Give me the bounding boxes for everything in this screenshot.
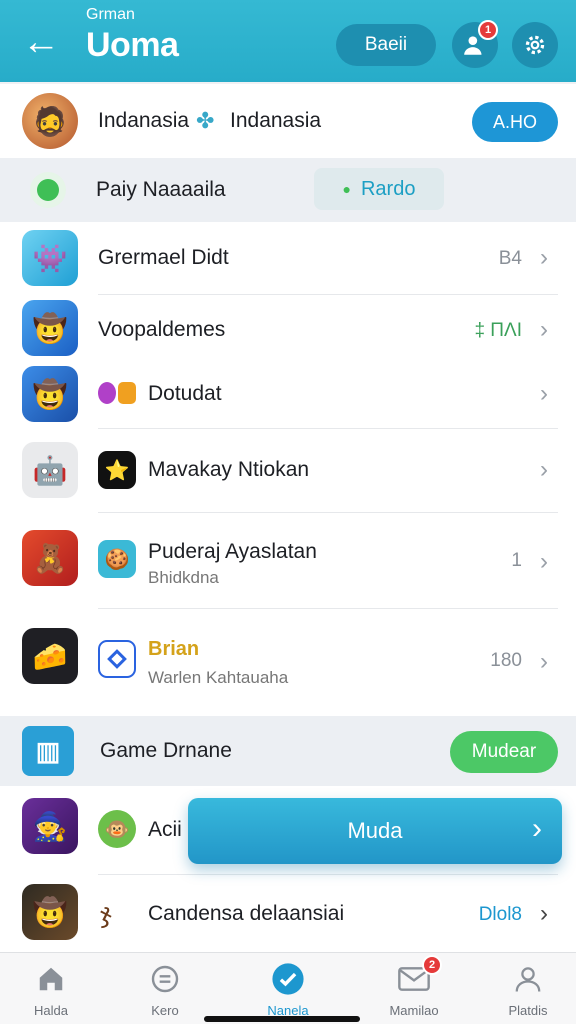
list-item-meta: B4: [498, 248, 522, 269]
profile-icon: [510, 961, 546, 997]
chevron-right-icon: ›: [540, 380, 548, 407]
game-avatar: 🧸: [22, 530, 78, 586]
game-avatar: 🤠: [22, 300, 78, 356]
chevron-right-icon: ›: [532, 812, 542, 845]
divider: [98, 428, 558, 429]
divider: [98, 874, 558, 875]
nav-item-home[interactable]: Halda: [3, 961, 99, 1018]
square-icon: [98, 640, 136, 678]
list-item-meta: 1: [511, 550, 522, 571]
chat-icon: [147, 961, 183, 997]
badge-icons: [98, 382, 136, 404]
list-item[interactable]: 🤠 ჯ Candensa delaansiai Dlol8 ›: [0, 876, 576, 952]
list-item-subtitle: Bhidkdna: [148, 568, 219, 587]
chevron-right-icon: ›: [540, 900, 548, 927]
header-subtitle: Grman: [86, 6, 135, 23]
nav-label: Mamilao: [389, 1003, 439, 1018]
chevron-right-icon: ›: [540, 456, 548, 483]
settings-button[interactable]: [512, 22, 558, 68]
list-item-subtitle: Warlen Kahtauaha: [148, 668, 289, 687]
list-item-title: Puderaj Ayaslatan: [148, 540, 317, 563]
game-avatar: 🤠: [22, 884, 78, 940]
section-2-button[interactable]: Mudear: [450, 731, 558, 773]
nav-label: Platdis: [508, 1003, 548, 1018]
list-item[interactable]: 🤠 Voopaldemes ‡ ΠΛΙ ›: [0, 296, 576, 362]
game-avatar: 👾: [22, 230, 78, 286]
top-item-name: Indanasia: [98, 109, 190, 132]
dot-icon: ●: [342, 181, 351, 197]
list-item-title: Grermael Didt: [98, 246, 229, 269]
section-2-label: Game Drnane: [100, 739, 232, 762]
list-item-title: Brian: [148, 638, 200, 660]
popup-label: Muda: [347, 818, 403, 843]
game-list: 👾 Grermael Didt B4 › 🤠 Voopaldemes ‡ ΠΛΙ…: [0, 222, 576, 716]
game-avatar: 🤠: [22, 366, 78, 422]
list-item[interactable]: 🤖 ⭐ Mavakay Ntiokan ›: [0, 430, 576, 510]
nav-label: Halda: [34, 1003, 68, 1018]
list-item-title: Voopaldemes: [98, 318, 226, 341]
check-circle-icon: [270, 961, 306, 997]
top-item-name-2: Indanasia: [230, 109, 322, 132]
list-item[interactable]: 🧀 Brian Warlen Kahtauaha 180 ›: [0, 610, 576, 710]
section-header-1: Paiy Naaaaila ● Rardo: [0, 158, 576, 222]
divider: [98, 294, 558, 295]
divider: [98, 608, 558, 609]
top-item-button[interactable]: A.HO: [472, 102, 558, 142]
list-item[interactable]: 🧸 🍪 Puderaj Ayaslatan Bhidkdna 1 ›: [0, 514, 576, 606]
header-pill-button[interactable]: Baeii: [336, 24, 436, 66]
list-item-title: Dotudat: [148, 382, 222, 405]
mail-badge: 2: [422, 955, 442, 975]
top-item-row[interactable]: 🧔 Indanasia ✤ Indanasia A.HO: [0, 84, 576, 158]
section-header-2: ▥ Game Drnane Mudear: [0, 716, 576, 786]
star-icon: ⭐: [98, 451, 136, 489]
grid-icon: ▥: [22, 726, 74, 776]
list-item-title: Acii: [148, 818, 182, 841]
list-item[interactable]: 🤠 Dotudat ›: [0, 362, 576, 426]
nav-label: Kero: [151, 1003, 179, 1018]
clover-icon: ✤: [196, 108, 215, 133]
user-plus-button[interactable]: 1: [452, 20, 498, 68]
nav-item-profile[interactable]: Platdis: [480, 961, 576, 1018]
list-item-title: Mavakay Ntiokan: [148, 458, 310, 481]
home-indicator: [204, 1016, 360, 1022]
chevron-right-icon: ›: [540, 548, 548, 575]
notification-badge: 1: [478, 20, 498, 40]
game-avatar: 🤖: [22, 442, 78, 498]
back-arrow-icon[interactable]: ←: [22, 22, 62, 62]
monkey-icon: 🐵: [98, 810, 136, 848]
chip-label: Rardo: [360, 177, 416, 200]
chevron-right-icon: ›: [540, 648, 548, 675]
popup-action-button[interactable]: Muda ›: [188, 798, 562, 864]
nav-item-active[interactable]: Nanela: [240, 961, 336, 1018]
list-item-meta: ‡ ΠΛΙ: [474, 320, 522, 341]
cookie-icon: 🍪: [98, 540, 136, 578]
list-item[interactable]: 👾 Grermael Didt B4 ›: [0, 222, 576, 294]
list-item-meta: 180: [490, 650, 522, 671]
list-item-title: Candensa delaansiai: [148, 902, 345, 925]
list-item-meta: Dlol8: [478, 904, 522, 925]
mail-icon: 2: [396, 955, 442, 997]
divider: [98, 512, 558, 513]
app-header: ← Grman Uoma Baeii 1: [0, 0, 576, 82]
section-1-chip[interactable]: ● Rardo: [314, 168, 444, 210]
avatar: 🧔: [22, 93, 78, 149]
game-avatar: 🧀: [22, 628, 78, 684]
leaf-icon: [30, 172, 66, 208]
nav-item-mail[interactable]: 2 Mamilao: [366, 955, 462, 1018]
gear-icon: [525, 35, 545, 55]
home-icon: [33, 961, 69, 997]
page-title: Uoma: [86, 26, 179, 64]
chevron-right-icon: ›: [540, 316, 548, 343]
game-avatar: 🧙: [22, 798, 78, 854]
pretzel-icon: ჯ: [100, 898, 112, 928]
bottom-nav: Halda Kero Nanela 2 Mamilao Platdis: [0, 952, 576, 1024]
nav-item-chat[interactable]: Kero: [117, 961, 213, 1018]
chevron-right-icon: ›: [540, 244, 548, 271]
section-1-label: Paiy Naaaaila: [96, 178, 226, 201]
